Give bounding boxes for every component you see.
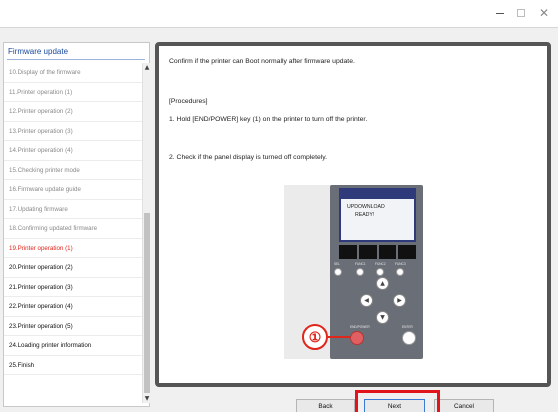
procedure-step-2: 2. Check if the panel display is turned … — [169, 154, 328, 161]
function-key-slot — [358, 245, 377, 259]
step-list-item[interactable]: 13.Printer operation (3) — [4, 122, 142, 141]
arrow-right-icon: ▶ — [393, 294, 406, 307]
step-list-item[interactable]: 12.Printer operation (2) — [4, 102, 142, 122]
step-list: 10.Display of the firmware 11.Printer ope… — [4, 63, 142, 375]
procedures-heading: [Procedures] — [169, 98, 208, 105]
back-button[interactable]: Back — [296, 399, 355, 412]
close-button[interactable]: ✕ — [537, 6, 551, 20]
function-key-slot — [398, 245, 416, 259]
lcd-line-2: READY! — [355, 212, 375, 218]
arrow-left-icon: ◀ — [360, 294, 373, 307]
next-button-highlight-box — [355, 390, 440, 412]
scroll-thumb[interactable] — [144, 213, 150, 393]
intro-text: Confirm if the printer can Boot normally… — [169, 58, 355, 65]
step-list-item[interactable]: 21.Printer operation (3) — [4, 278, 142, 297]
cancel-button[interactable]: Cancel — [434, 399, 494, 412]
printer-lcd: UPDOWNLOAD READY! — [339, 188, 416, 242]
step-list-item[interactable]: 15.Checking printer mode — [4, 161, 142, 180]
firmware-update-window: ✕ Firmware update 10.Display of the firm… — [0, 0, 558, 412]
lcd-header-bar — [341, 190, 414, 199]
func3-label: FUNC3 — [395, 262, 406, 266]
end-power-key — [350, 331, 364, 345]
end-power-label: END/POWER — [350, 325, 370, 329]
step-list-item[interactable]: 17.Updating firmware — [4, 200, 142, 219]
enter-key — [402, 331, 416, 345]
step-list-panel: Firmware update 10.Display of the firmwa… — [3, 42, 150, 407]
callout-number-1: ① — [302, 324, 328, 350]
step-list-item[interactable]: 11.Printer operation (1) — [4, 83, 142, 102]
function-key-slot — [378, 245, 397, 259]
sel-key — [334, 268, 342, 276]
minimize-button[interactable] — [493, 6, 507, 20]
callout-leader-line — [328, 336, 350, 338]
func1-label: FUNC1 — [355, 262, 366, 266]
printer-panel-illustration: UPDOWNLOAD READY! SEL FUNC1 FUNC2 FUNC3 — [284, 185, 423, 359]
scroll-down-icon[interactable]: ▼ — [143, 394, 151, 403]
func2-label: FUNC2 — [375, 262, 386, 266]
procedure-step-1: 1. Hold [END/POWER] key (1) on the print… — [169, 116, 368, 123]
enter-label: ENTER — [402, 325, 413, 329]
title-bar: ✕ — [0, 0, 558, 28]
maximize-icon — [517, 9, 525, 17]
step-list-item[interactable]: 22.Printer operation (4) — [4, 297, 142, 317]
instruction-panel: Confirm if the printer can Boot normally… — [155, 42, 551, 387]
lcd-line-1: UPDOWNLOAD — [347, 204, 385, 210]
step-list-item[interactable]: 16.Firmware update guide — [4, 180, 142, 200]
step-list-item[interactable]: 25.Finish — [4, 356, 142, 375]
step-list-item[interactable]: 24.Loading printer information — [4, 336, 142, 356]
minimize-icon — [496, 12, 504, 14]
step-list-item[interactable]: 20.Printer operation (2) — [4, 258, 142, 278]
scroll-up-icon[interactable]: ▲ — [143, 63, 151, 72]
step-list-item[interactable]: 10.Display of the firmware — [4, 63, 142, 83]
step-list-item[interactable]: 18.Confirming updated firmware — [4, 219, 142, 239]
maximize-button[interactable] — [514, 6, 528, 20]
function-key-slot — [339, 245, 357, 259]
arrow-up-icon: ▲ — [376, 277, 389, 290]
function-key-row — [339, 245, 416, 259]
sel-label: SEL — [334, 262, 341, 266]
jog-key-pad: ▲ ◀ ▶ ▼ — [352, 269, 414, 331]
client-area: Firmware update 10.Display of the firmwa… — [0, 28, 558, 412]
arrow-down-icon: ▼ — [376, 311, 389, 324]
step-list-item[interactable]: 19.Printer operation (1) — [4, 239, 142, 258]
step-list-item[interactable]: 14.Printer operation (4) — [4, 141, 142, 161]
step-list-title: Firmware update — [8, 47, 69, 56]
step-list-item[interactable]: 23.Printer operation (5) — [4, 317, 142, 336]
close-icon: ✕ — [538, 6, 550, 20]
step-list-scrollbar[interactable]: ▲ ▼ — [142, 63, 150, 403]
step-list-title-divider — [7, 59, 145, 60]
